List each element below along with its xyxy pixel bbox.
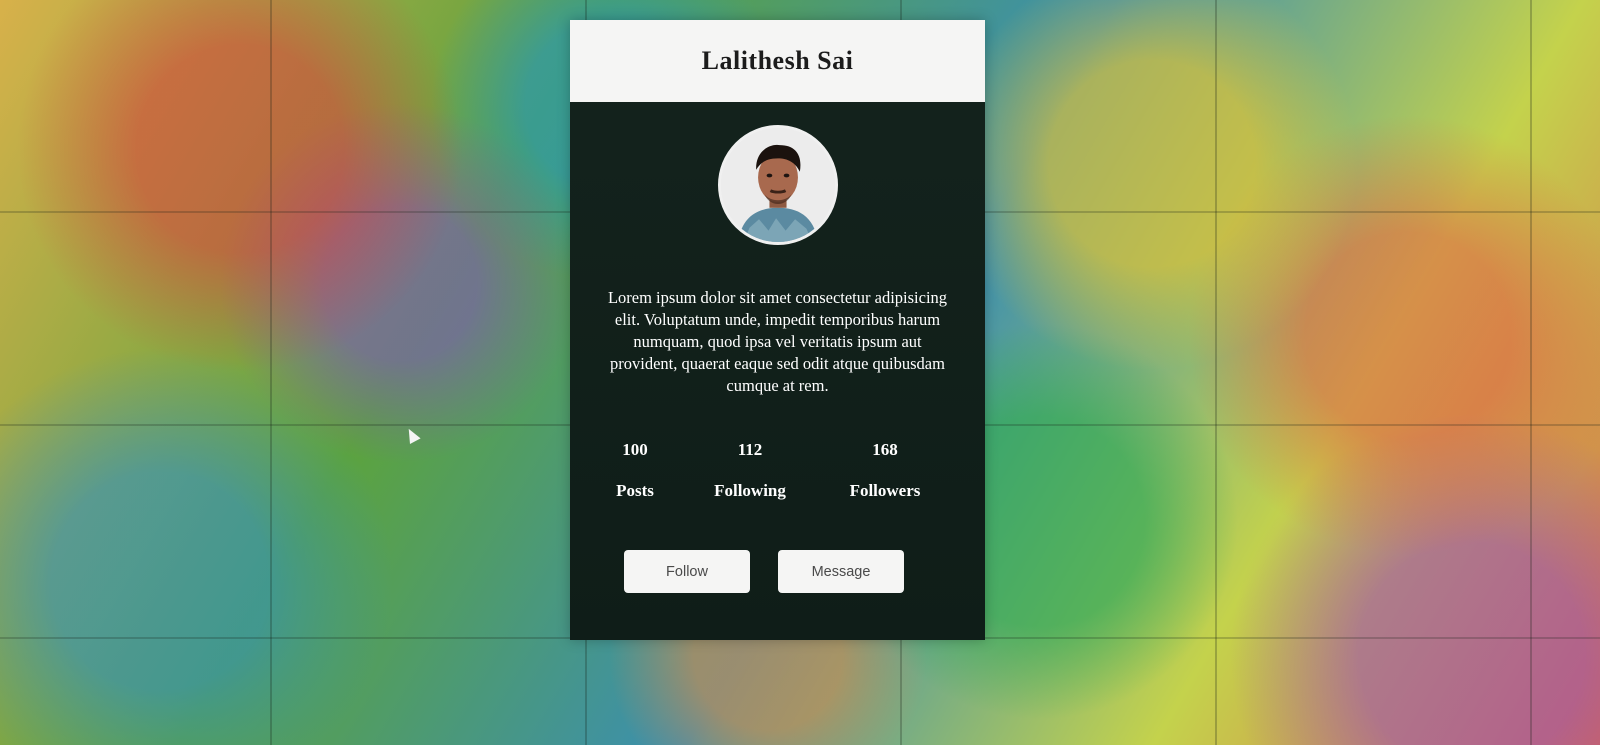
- posts-label: Posts: [616, 481, 654, 500]
- avatar-container: [570, 125, 985, 245]
- stat-followers: 168 Followers: [830, 438, 940, 503]
- profile-bio: Lorem ipsum dolor sit amet consectetur a…: [607, 288, 948, 395]
- profile-card: Lalithesh Sai Lorem ipsum dolor sit amet…: [570, 20, 985, 640]
- message-button[interactable]: Message: [778, 550, 904, 593]
- card-header: Lalithesh Sai: [570, 20, 985, 102]
- stat-posts: 100 Posts: [600, 438, 670, 503]
- profile-name: Lalithesh Sai: [701, 46, 854, 75]
- followers-count: 168: [872, 440, 898, 459]
- stat-following: 112 Following: [695, 438, 805, 503]
- followers-label: Followers: [849, 481, 921, 500]
- following-count: 112: [737, 440, 763, 459]
- follow-button[interactable]: Follow: [624, 550, 750, 593]
- avatar: [717, 125, 838, 245]
- following-label: Following: [714, 481, 786, 500]
- profile-actions: Follow Message: [570, 550, 985, 594]
- profile-stats: 100 Posts 112 Following 168 Followers: [570, 438, 985, 518]
- avatar-photo: [720, 128, 835, 242]
- posts-count: 100: [622, 440, 648, 459]
